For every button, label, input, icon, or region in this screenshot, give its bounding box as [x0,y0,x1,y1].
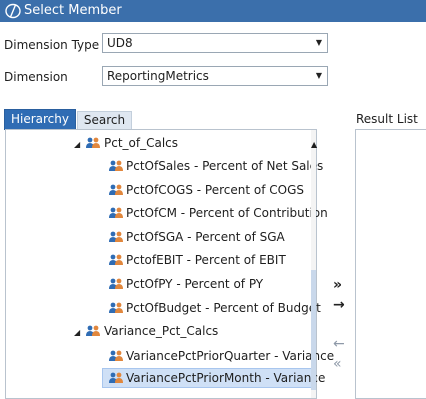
chevron-down-icon: ▼ [315,71,322,80]
tree-scrollbar[interactable] [311,130,316,398]
dimension-dropdown[interactable]: ReportingMetrics ▼ [102,66,328,86]
member-icon [86,137,100,148]
tree-node-label: PctOfBudget - Percent of Budget [126,301,321,315]
scroll-up-icon[interactable]: ▲ [311,141,317,149]
remove-all-icon[interactable]: « [333,357,342,371]
window-titlebar: Select Member [0,0,426,22]
dimension-type-value: UD8 [107,36,133,50]
result-list-panel[interactable] [355,129,426,399]
member-icon [109,372,123,383]
tree-node-variancepctpriorquarter[interactable]: VariancePctPriorQuarter - Variance [6,346,334,367]
member-icon [109,350,123,361]
tree-node-label: PctOfPY - Percent of PY [126,277,264,291]
tree-node-pctofcm[interactable]: PctOfCM - Percent of Contribution [6,203,328,224]
member-icon [109,184,123,195]
collapse-arrow-icon[interactable]: ◢ [74,328,80,338]
member-icon [109,278,123,289]
add-all-icon[interactable]: » [333,278,342,292]
dimension-label: Dimension [4,70,68,84]
dimension-type-dropdown[interactable]: UD8 ▼ [102,33,328,53]
member-icon [109,254,123,265]
member-icon [109,207,123,218]
add-selected-icon[interactable]: → [333,298,345,312]
app-logo-icon [5,3,21,19]
hierarchy-tree-panel: ◢ Pct_of_Calcs PctOfSales - Percent of N… [5,129,334,399]
chevron-down-icon: ▼ [315,38,322,47]
result-list-label: Result List [356,112,418,126]
tree-node-pctofcogs[interactable]: PctOfCOGS - Percent of COGS [6,180,316,201]
window-title: Select Member [24,3,122,18]
member-icon [109,231,123,242]
tree-node-variancepctpriormonth[interactable]: VariancePctPriorMonth - Variance [6,368,325,389]
collapse-arrow-icon[interactable]: ◢ [74,140,80,150]
tree-node-pctofsga[interactable]: PctOfSGA - Percent of SGA [6,227,316,248]
tree-node-label: VariancePctPriorMonth - Variance [126,371,326,385]
dimension-type-label: Dimension Type [4,38,100,52]
tree-scrollbar-thumb[interactable] [311,270,316,390]
tree-node-label: Variance_Pct_Calcs [104,324,219,338]
dimension-value: ReportingMetrics [107,69,209,83]
tree-node-pctofsales[interactable]: PctOfSales - Percent of Net Sales [6,156,323,177]
member-icon [109,160,123,171]
tree-node-label: Pct_of_Calcs [104,136,179,150]
tree-node-pctofpy[interactable]: PctOfPY - Percent of PY [6,274,316,295]
tab-hierarchy[interactable]: Hierarchy [4,109,76,130]
tab-search[interactable]: Search [77,111,132,130]
tree-node-pctofbudget[interactable]: PctOfBudget - Percent of Budget [6,298,321,319]
tree-node-label: PctOfSales - Percent of Net Sales [126,159,324,173]
tree-node-label: PctOfCM - Percent of Contribution [126,206,328,220]
member-icon [109,302,123,313]
tree-node-label: VariancePctPriorQuarter - Variance [126,349,335,363]
tree-node-label: PctOfSGA - Percent of SGA [126,230,285,244]
tree-node-variance-pct-calcs[interactable]: ◢ Variance_Pct_Calcs [6,322,316,343]
tree-node-pctofebit[interactable]: PctofEBIT - Percent of EBIT [6,250,316,271]
tree-node-pct-of-calcs[interactable]: ◢ Pct_of_Calcs [6,134,316,155]
tree-node-label: PctofEBIT - Percent of EBIT [126,253,286,267]
member-icon [86,325,100,336]
remove-selected-icon[interactable]: ← [333,337,345,351]
tree-node-label: PctOfCOGS - Percent of COGS [126,183,304,197]
